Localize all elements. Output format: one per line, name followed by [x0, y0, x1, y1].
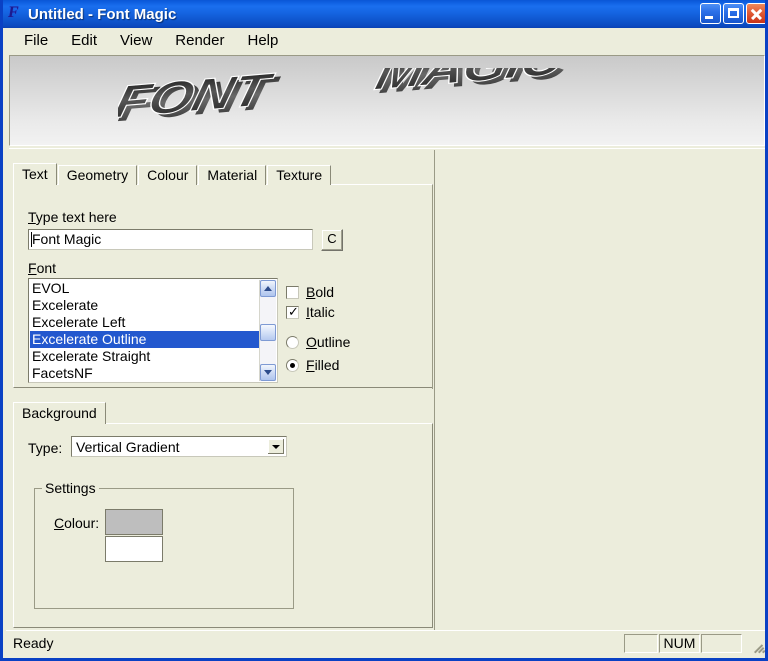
menu-item-edit[interactable]: Edit	[62, 30, 107, 51]
radio-dot-icon	[290, 362, 295, 368]
type-text-label: Type text here	[28, 209, 117, 225]
resize-grip[interactable]	[752, 640, 765, 654]
background-tab-body: Type: Vertical Gradient Settings Colour:	[13, 423, 433, 628]
list-item-selected[interactable]: Excelerate Outline	[30, 331, 259, 348]
bold-checkbox[interactable]	[286, 285, 299, 299]
text-tab-body: Type text here Font Magic C Font EVOL Ex…	[13, 184, 433, 389]
background-tab-panel: Background Type: Vertical Gradient Setti…	[13, 402, 433, 628]
status-pane-1	[624, 634, 658, 653]
horizontal-divider	[9, 148, 765, 149]
right-pane	[436, 150, 765, 630]
clear-text-button[interactable]: C	[321, 229, 343, 251]
scroll-down-button[interactable]	[260, 364, 276, 381]
chevron-down-icon	[264, 370, 272, 375]
scroll-up-button[interactable]	[260, 280, 276, 297]
settings-group-title: Settings	[42, 480, 99, 496]
font-list-scrollbar[interactable]	[259, 280, 276, 381]
colour-swatch-bottom[interactable]	[105, 536, 163, 562]
tab-material[interactable]: Material	[198, 165, 267, 185]
filled-radio[interactable]	[286, 358, 299, 372]
outline-label: Outline	[306, 334, 350, 350]
font-list-items: EVOL Excelerate Excelerate Left Excelera…	[30, 280, 259, 382]
combobox-dropdown-button[interactable]	[268, 439, 284, 454]
font-label-rest: ont	[36, 260, 57, 276]
scrollbar-thumb[interactable]	[260, 324, 276, 341]
font-label: Font	[28, 260, 56, 276]
background-tabstrip: Background	[13, 402, 107, 424]
vertical-divider[interactable]	[434, 150, 435, 630]
italic-checkbox-row[interactable]: ✓ Italic	[286, 304, 335, 320]
italic-label: Italic	[306, 304, 335, 320]
application-window: F Untitled - Font Magic File Edit View R…	[0, 0, 768, 661]
tab-text[interactable]: Text	[13, 163, 57, 185]
italic-label-rest: talic	[309, 304, 335, 320]
text-input[interactable]: Font Magic	[28, 229, 313, 250]
tab-geometry[interactable]: Geometry	[57, 165, 138, 185]
list-item[interactable]: Excelerate Left	[30, 314, 259, 331]
text-caret	[31, 232, 32, 247]
menu-item-help[interactable]: Help	[238, 30, 288, 51]
outline-label-rest: utline	[316, 334, 351, 350]
title-bar: F Untitled - Font Magic	[3, 0, 765, 28]
settings-groupbox: Settings Colour:	[34, 480, 294, 609]
filled-label-rest: illed	[314, 357, 340, 373]
app-icon: F	[8, 4, 24, 22]
window-controls	[700, 3, 765, 24]
tab-texture[interactable]: Texture	[267, 165, 332, 185]
bold-mnemonic: B	[306, 284, 316, 300]
background-type-label: Type:	[28, 440, 63, 456]
outline-radio-row[interactable]: Outline	[286, 334, 350, 350]
preview-banner[interactable]: FONT FONT FONT MAGIC MAGIC MAGIC	[9, 55, 765, 146]
font-label-mnemonic: F	[28, 260, 37, 276]
status-pane-num: NUM	[659, 634, 700, 653]
italic-checkbox[interactable]: ✓	[286, 304, 299, 320]
font-listbox[interactable]: EVOL Excelerate Excelerate Left Excelera…	[28, 278, 278, 383]
background-type-combobox[interactable]: Vertical Gradient	[71, 436, 287, 457]
colour-label-rest: olour:	[64, 515, 100, 531]
background-type-value: Vertical Gradient	[76, 439, 180, 455]
colour-mnemonic: C	[54, 515, 65, 531]
status-bar: Ready NUM	[6, 630, 765, 655]
bold-label: Bold	[306, 284, 334, 300]
status-pane-3	[701, 634, 742, 653]
close-button[interactable]	[746, 3, 765, 24]
filled-label: Filled	[306, 357, 339, 373]
options-separator	[432, 185, 433, 389]
app-icon-F-glyph: F	[8, 4, 19, 21]
menu-item-view[interactable]: View	[111, 30, 162, 51]
bold-checkbox-row[interactable]: Bold	[286, 284, 334, 300]
status-message: Ready	[13, 635, 54, 651]
outline-mnemonic: O	[306, 334, 317, 350]
minimize-button[interactable]	[700, 3, 721, 24]
maximize-button[interactable]	[723, 3, 744, 24]
text-tab-panel: Text Geometry Colour Material Texture Ty…	[13, 163, 433, 389]
text-tabstrip: Text Geometry Colour Material Texture	[13, 163, 332, 185]
type-text-mnemonic: T	[28, 209, 36, 225]
colour-label: Colour:	[54, 515, 99, 531]
filled-mnemonic: F	[306, 357, 315, 373]
tab-colour[interactable]: Colour	[138, 165, 198, 185]
list-item[interactable]: EVOL	[30, 280, 259, 297]
filled-radio-row[interactable]: Filled	[286, 357, 339, 373]
menu-item-file[interactable]: File	[15, 30, 58, 51]
checkmark-icon: ✓	[288, 304, 299, 320]
outline-radio[interactable]	[286, 335, 299, 349]
list-item[interactable]: FacetsNF	[30, 365, 259, 382]
window-title: Untitled - Font Magic	[28, 5, 177, 23]
preview-rendered-text: FONT FONT FONT MAGIC MAGIC MAGIC	[118, 68, 658, 136]
chevron-down-icon	[272, 445, 280, 449]
type-text-label-rest: ype text here	[35, 209, 117, 225]
bold-label-rest: old	[315, 284, 335, 300]
list-item[interactable]: Excelerate	[30, 297, 259, 314]
list-item[interactable]: Excelerate Straight	[30, 348, 259, 365]
menu-bar: File Edit View Render Help	[6, 28, 765, 52]
tab-background[interactable]: Background	[13, 402, 106, 424]
menu-item-render[interactable]: Render	[166, 30, 234, 51]
chevron-up-icon	[264, 286, 272, 291]
colour-swatch-top[interactable]	[105, 509, 163, 535]
